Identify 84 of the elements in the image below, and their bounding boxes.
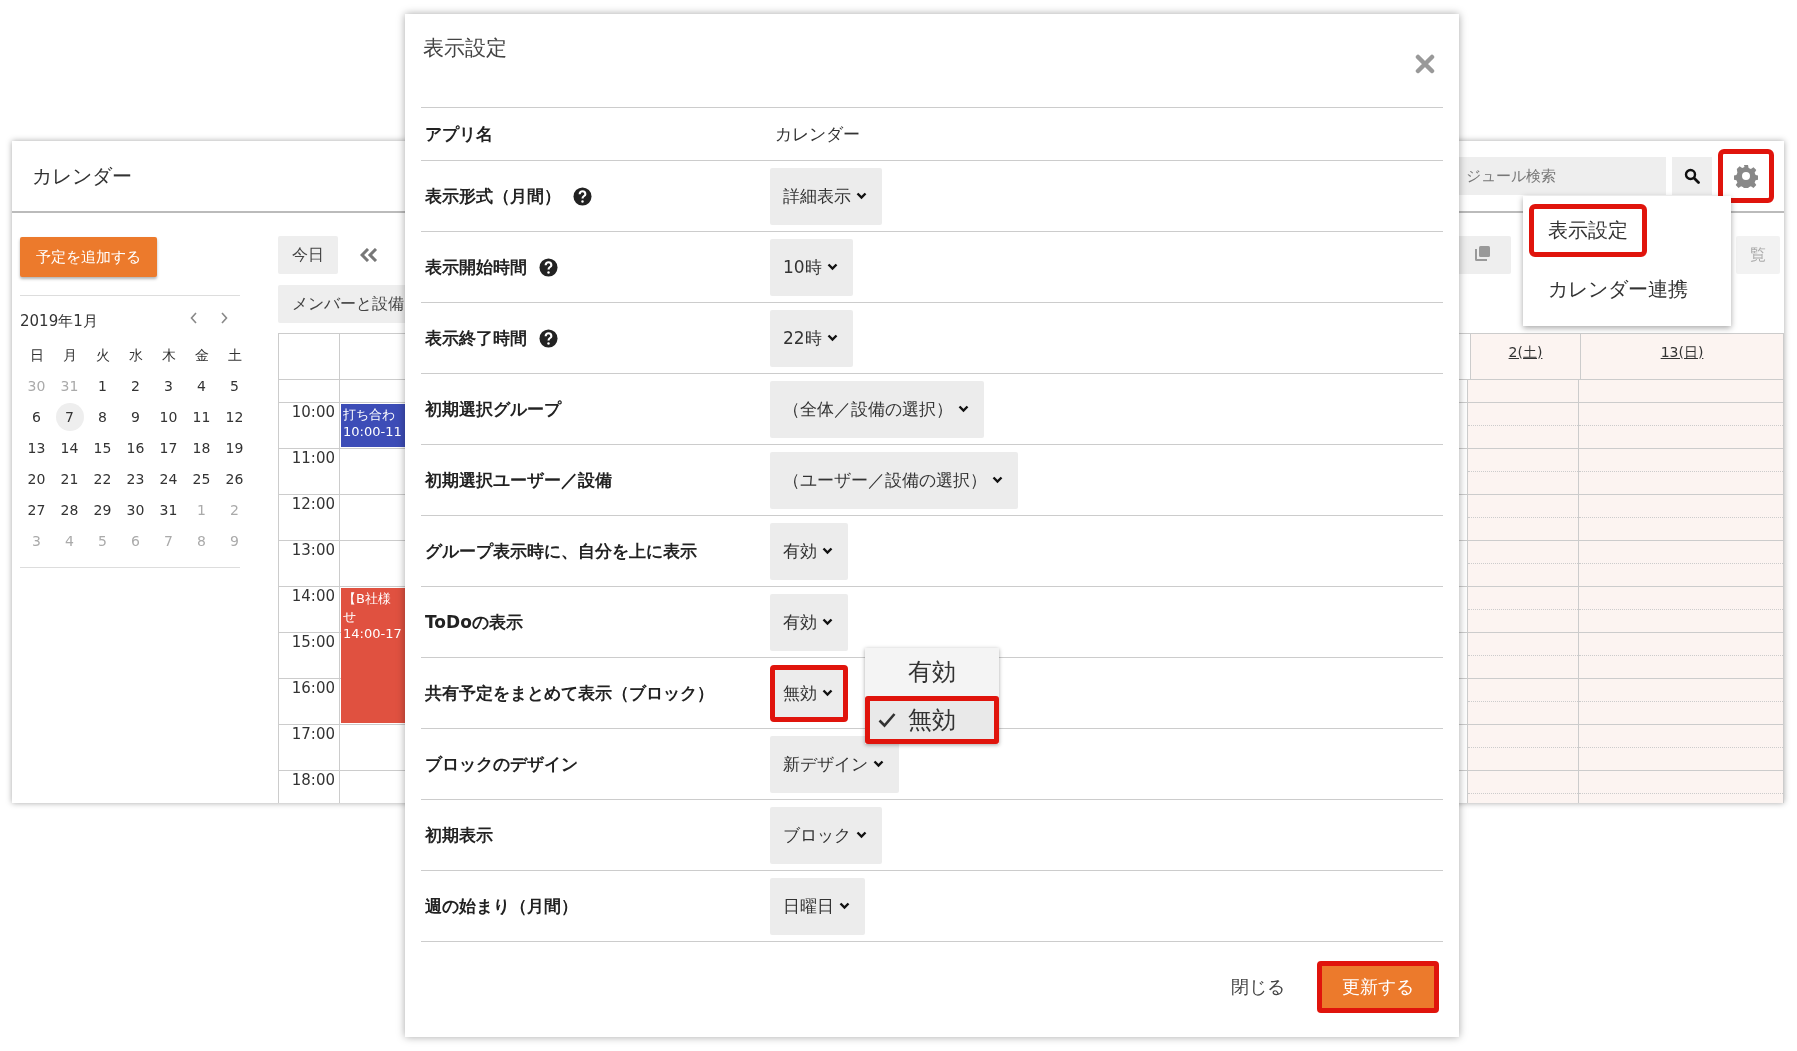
weekday-label: 水 (127, 346, 144, 365)
setting-label: 表示終了時間 (425, 326, 527, 350)
select-dropdown[interactable]: 日曜日 (770, 877, 865, 935)
calendar-day[interactable]: 8 (88, 403, 117, 431)
weekday-label: 月 (61, 346, 78, 365)
time-label: 14:00 (278, 587, 340, 632)
calendar-day[interactable]: 4 (187, 372, 216, 400)
calendar-day[interactable]: 22 (88, 465, 117, 493)
time-label: 11:00 (278, 449, 340, 494)
weekday-label: 火 (94, 346, 111, 365)
app-name-value: カレンダー (775, 122, 860, 146)
calendar-day[interactable]: 24 (154, 465, 183, 493)
day-header[interactable]: 13(日) (1580, 334, 1784, 379)
select-dropdown[interactable]: 有効 (770, 593, 848, 651)
calendar-day[interactable]: 16 (121, 434, 150, 462)
calendar-day[interactable]: 20 (22, 465, 51, 493)
menu-item[interactable]: カレンダー連携 (1529, 263, 1707, 316)
event-text: 打ち合わ (343, 406, 395, 424)
day-header[interactable]: 2(土) (1470, 334, 1580, 379)
event-text: 14:00-17 (343, 626, 402, 641)
event-text: 10:00-11 (343, 424, 402, 439)
today-button[interactable]: 今日 (278, 236, 338, 274)
calendar-day[interactable]: 21 (55, 465, 84, 493)
select-dropdown[interactable]: 無効 (770, 664, 848, 722)
calendar-day[interactable]: 15 (88, 434, 117, 462)
calendar-day[interactable]: 29 (88, 496, 117, 524)
calendar-day[interactable]: 17 (154, 434, 183, 462)
time-label: 15:00 (278, 633, 340, 678)
calendar-day[interactable]: 13 (22, 434, 51, 462)
dropdown-option[interactable]: 無効 (865, 696, 999, 744)
time-label: 12:00 (278, 495, 340, 540)
setting-label: 週の始まり（月間） (425, 894, 578, 918)
calendar-day[interactable]: 19 (220, 434, 249, 462)
select-dropdown[interactable]: 10時 (770, 238, 853, 296)
calendar-day[interactable]: 12 (220, 403, 249, 431)
select-dropdown[interactable]: ブロック (770, 806, 882, 864)
event-text: せ (343, 608, 356, 626)
calendar-day[interactable]: 26 (220, 465, 249, 493)
menu-item[interactable]: 表示設定 (1529, 204, 1647, 257)
time-label: 16:00 (278, 679, 340, 724)
calendar-day[interactable]: 7 (55, 403, 84, 431)
weekday-label: 土 (226, 346, 243, 365)
calendar-day[interactable]: 3 (154, 372, 183, 400)
time-label: 17:00 (278, 725, 340, 770)
setting-label: グループ表示時に、自分を上に表示 (425, 539, 697, 563)
time-label: 10:00 (278, 403, 340, 448)
event-text: 【B社様 (343, 590, 391, 608)
calendar-day[interactable]: 28 (55, 496, 84, 524)
setting-label: 初期選択ユーザー／設備 (425, 468, 612, 492)
calendar-day[interactable]: 11 (187, 403, 216, 431)
setting-label: ブロックのデザイン (425, 752, 578, 776)
dialog-title: 表示設定 (423, 35, 507, 62)
time-label: 18:00 (278, 771, 340, 803)
calendar-day[interactable]: 2 (121, 372, 150, 400)
calendar-day[interactable]: 30 (121, 496, 150, 524)
app-title: カレンダー (32, 162, 132, 190)
month-label: 2019年1月 (20, 312, 98, 331)
weekday-label: 日 (28, 346, 45, 365)
calendar-day[interactable]: 10 (154, 403, 183, 431)
dropdown-option[interactable]: 有効 (865, 648, 999, 696)
setting-label: アプリ名 (424, 122, 494, 146)
calendar-day[interactable]: 23 (121, 465, 150, 493)
calendar-day[interactable]: 5 (220, 372, 249, 400)
weekday-label: 金 (193, 346, 210, 365)
setting-label: 表示開始時間 (425, 255, 527, 279)
calendar-day[interactable]: 27 (22, 496, 51, 524)
select-dropdown[interactable]: 新デザイン (770, 735, 899, 793)
select-dropdown[interactable]: （ユーザー／設備の選択） (770, 451, 1018, 509)
calendar-day[interactable]: 18 (187, 434, 216, 462)
calendar-day[interactable]: 25 (187, 465, 216, 493)
time-label: 13:00 (278, 541, 340, 586)
calendar-day[interactable]: 31 (154, 496, 183, 524)
calendar-day[interactable]: 1 (88, 372, 117, 400)
select-dropdown[interactable]: （全体／設備の選択） (770, 380, 984, 438)
close-button[interactable]: 閉じる (1225, 974, 1291, 1000)
calendar-day[interactable]: 14 (55, 434, 84, 462)
setting-label: 初期表示 (425, 823, 493, 847)
calendar-day[interactable]: 9 (121, 403, 150, 431)
calendar-day[interactable]: 6 (22, 403, 51, 431)
setting-label: 表示形式（月間） (425, 184, 561, 208)
weekday-label: 木 (160, 346, 177, 365)
select-dropdown[interactable]: 詳細表示 (770, 167, 882, 225)
select-dropdown[interactable]: 22時 (770, 309, 853, 367)
select-dropdown[interactable]: 有効 (770, 522, 848, 580)
